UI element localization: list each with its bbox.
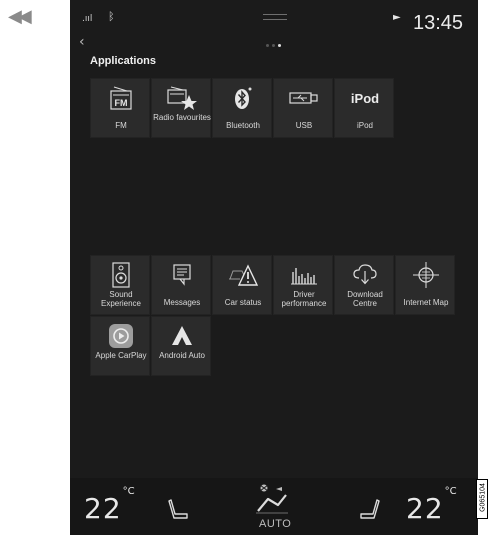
app-tile-car-status[interactable]: Car status (212, 255, 272, 315)
clock: 13:45 (413, 12, 464, 34)
page-dot (266, 44, 269, 47)
cloud-download-icon (335, 261, 395, 289)
app-tile-usb[interactable]: USB (273, 78, 333, 138)
app-tile-download-centre[interactable]: Download Centre (334, 255, 394, 315)
usb-icon (274, 84, 334, 112)
right-temperature[interactable]: 22°C (406, 486, 457, 525)
center-display: .ııl ᛒ ► 13:45 ‹ Applications FM FM Radi… (70, 0, 478, 535)
ipod-icon: iPod (335, 84, 395, 112)
svg-text:FM: FM (115, 98, 128, 108)
temp-unit: °C (444, 485, 457, 497)
app-tile-internet-map[interactable]: Internet Map (395, 255, 455, 315)
app-label: Radio favourites (153, 113, 211, 122)
carplay-icon (91, 322, 151, 350)
page: ◀◀ .ııl ᛒ ► 13:45 ‹ Applications FM FM R… (0, 0, 491, 535)
app-label: Driver performance (281, 290, 327, 308)
radio-favourite-icon (152, 84, 212, 112)
app-tile-fm[interactable]: FM FM (90, 78, 150, 138)
app-label: Android Auto (159, 351, 205, 360)
bluetooth-status-icon: ᛒ (108, 10, 115, 23)
app-label: iPod (356, 121, 373, 130)
app-label: Apple CarPlay (95, 351, 147, 360)
bar-chart-icon (274, 261, 334, 289)
page-dot-active (278, 44, 281, 47)
car-warning-icon (213, 261, 273, 289)
page-indicator (266, 44, 286, 48)
app-tile-bluetooth[interactable]: Bluetooth (212, 78, 272, 138)
left-seat-icon[interactable] (168, 498, 190, 525)
temp-unit: °C (122, 485, 135, 497)
app-label: Messages (163, 298, 201, 307)
left-temp-value: 22 (84, 492, 122, 525)
app-tile-android-auto[interactable]: Android Auto (151, 316, 211, 376)
fan-seat-airflow-icon[interactable] (252, 481, 292, 520)
reference-code: G065104 (479, 483, 487, 512)
play-icon: ► (393, 12, 401, 23)
app-label: Download Centre (347, 290, 383, 308)
top-view-handle[interactable] (263, 14, 287, 20)
radio-fm-icon: FM (91, 84, 151, 112)
signal-icon: .ııl (82, 14, 93, 24)
section-title: Applications (90, 55, 157, 67)
right-seat-icon[interactable] (358, 498, 380, 525)
app-tile-driver-performance[interactable]: Driver performance (273, 255, 333, 315)
speaker-icon (91, 261, 151, 289)
rewind-icon: ◀◀ (8, 6, 32, 27)
ipod-icon-text: iPod (350, 90, 380, 106)
app-label: Internet Map (403, 298, 449, 307)
crosshair-map-icon (396, 261, 456, 289)
app-tile-radio-favourites[interactable]: Radio favourites (151, 78, 211, 138)
right-temp-value: 22 (406, 492, 444, 525)
bluetooth-icon (213, 84, 273, 112)
status-bar: .ııl ᛒ ► 13:45 (70, 0, 478, 40)
app-tile-apple-carplay[interactable]: Apple CarPlay (90, 316, 150, 376)
app-label: USB (295, 121, 313, 130)
page-dot (272, 44, 275, 47)
fan-mode-label: AUTO (259, 518, 292, 530)
app-label: FM (115, 121, 127, 130)
app-tile-messages[interactable]: Messages (151, 255, 211, 315)
android-auto-icon (152, 322, 212, 350)
app-label: Car status (224, 298, 262, 307)
back-icon[interactable]: ‹ (79, 34, 85, 50)
app-tile-sound-experience[interactable]: Sound Experience (90, 255, 150, 315)
reference-code-box: G065104 (476, 479, 488, 519)
app-label: Bluetooth (226, 121, 260, 130)
message-icon (152, 261, 212, 289)
left-temperature[interactable]: 22°C (84, 486, 135, 525)
app-label: Sound Experience (100, 290, 142, 308)
app-tile-ipod[interactable]: iPod iPod (334, 78, 394, 138)
